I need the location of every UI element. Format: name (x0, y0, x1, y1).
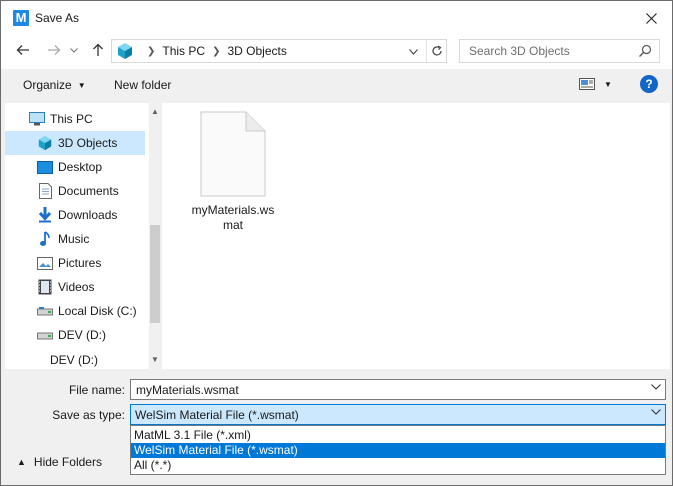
documents-icon (37, 183, 53, 199)
sidebar-item-downloads[interactable]: Downloads (5, 203, 145, 227)
scroll-up-icon[interactable]: ▲ (150, 105, 160, 117)
dropdown-option[interactable]: All (*.*) (131, 458, 665, 473)
app-icon: M (13, 10, 29, 26)
sidebar-item-music[interactable]: Music (5, 227, 145, 251)
back-arrow-icon (16, 45, 29, 55)
caret-down-icon: ▼ (604, 79, 612, 89)
recent-locations-button[interactable] (69, 41, 79, 59)
drive-icon (37, 327, 53, 343)
navigation-bar: ❯ This PC ❯ 3D Objects (1, 34, 672, 68)
sidebar-item-label: Documents (58, 184, 119, 198)
window-title: Save As (35, 11, 80, 25)
hide-folders-button[interactable]: ▲ Hide Folders (17, 455, 102, 469)
sidebar-item-label: Desktop (58, 160, 103, 174)
forward-arrow-icon (48, 45, 61, 55)
search-icon (639, 44, 652, 57)
search-box[interactable] (459, 39, 660, 63)
caret-down-icon: ▼ (77, 80, 86, 90)
cube-icon (37, 135, 53, 151)
title-bar: M Save As (1, 1, 672, 34)
pictures-icon (37, 255, 53, 271)
save-type-dropdown: MatML 3.1 File (*.xml) WelSim Material F… (130, 425, 666, 475)
desktop-icon (37, 159, 53, 175)
sidebar-item-pictures[interactable]: Pictures (5, 251, 145, 275)
breadcrumb-3d-objects[interactable]: 3D Objects (227, 44, 286, 58)
file-list: myMaterials.wsmat (162, 103, 670, 369)
address-bar[interactable]: ❯ This PC ❯ 3D Objects (111, 39, 447, 63)
file-name-field[interactable] (130, 379, 666, 400)
sidebar-item-label: This PC (50, 112, 93, 126)
save-as-dialog: M Save As ❯ This PC ❯ 3D Objects Search … (0, 0, 673, 486)
up-arrow-icon (93, 43, 103, 56)
sidebar-item-dev-d-network[interactable]: DEV (D:) (5, 353, 145, 369)
dropdown-option-selected[interactable]: WelSim Material File (*.wsmat) (131, 443, 665, 458)
address-history-button[interactable] (409, 44, 418, 58)
file-name-label: myMaterials.wsmat (191, 203, 275, 232)
sidebar-item-dev-d[interactable]: DEV (D:) (5, 323, 145, 347)
music-icon (37, 231, 53, 247)
sidebar-item-label: Music (58, 232, 90, 246)
breadcrumb-this-pc[interactable]: This PC (162, 44, 205, 58)
computer-icon (29, 111, 45, 127)
sidebar-scrollbar[interactable]: ▲ ▼ (149, 103, 161, 369)
sidebar-item-documents[interactable]: Documents (5, 179, 145, 203)
view-icon (579, 78, 595, 90)
organize-label: Organize (23, 78, 72, 92)
chevron-down-icon (70, 47, 78, 53)
dropdown-option[interactable]: MatML 3.1 File (*.xml) (131, 428, 665, 443)
save-type-select[interactable]: WelSim Material File (*.wsmat) (130, 404, 666, 425)
sidebar-item-label: DEV (D:) (58, 328, 106, 342)
scroll-down-icon[interactable]: ▼ (150, 353, 160, 365)
chevron-down-icon (651, 409, 661, 415)
sidebar-item-this-pc[interactable]: This PC (5, 107, 145, 131)
close-icon (645, 12, 657, 24)
file-name-label: File name: (68, 383, 125, 397)
hide-folders-label: Hide Folders (33, 455, 102, 469)
command-bar: Organize ▼ New folder ▼ ? (1, 68, 672, 102)
sidebar-item-label: Pictures (58, 256, 102, 270)
breadcrumb-separator-icon: ❯ (147, 45, 156, 57)
forward-button[interactable] (45, 41, 63, 59)
file-name-input[interactable] (131, 381, 631, 398)
sidebar-item-desktop[interactable]: Desktop (5, 155, 145, 179)
close-button[interactable] (636, 5, 666, 31)
change-view-button[interactable]: ▼ (579, 78, 612, 90)
sidebar-item-label: 3D Objects (58, 136, 118, 150)
drive-icon (37, 303, 53, 319)
new-folder-label: New folder (114, 78, 172, 92)
breadcrumb-separator-icon: ❯ (212, 45, 221, 57)
refresh-button[interactable] (426, 40, 446, 62)
sidebar-item-label: Videos (58, 280, 95, 294)
sidebar-item-label: Downloads (58, 208, 118, 222)
search-input[interactable] (467, 43, 627, 59)
refresh-icon (431, 45, 442, 56)
save-type-value: WelSim Material File (*.wsmat) (135, 407, 299, 422)
document-icon (200, 111, 266, 197)
chevron-down-icon[interactable] (651, 384, 661, 390)
sidebar-item-local-disk-c[interactable]: Local Disk (C:) (5, 299, 145, 323)
save-type-label: Save as type: (52, 408, 125, 422)
download-icon (37, 207, 53, 223)
navigation-pane: This PC 3D Objects Desktop Documents Dow… (5, 103, 161, 369)
chevron-up-icon: ▲ (17, 457, 26, 467)
organize-menu[interactable]: Organize ▼ (23, 78, 86, 92)
save-form: File name: Save as type: WelSim Material… (1, 369, 672, 485)
scrollbar-thumb[interactable] (150, 225, 160, 323)
chevron-down-icon (409, 49, 418, 55)
videos-icon (37, 279, 53, 295)
new-folder-button[interactable]: New folder (114, 78, 171, 92)
back-button[interactable] (14, 41, 32, 59)
sidebar-item-label: DEV (D:) (50, 353, 98, 367)
help-button[interactable]: ? (640, 75, 658, 93)
sidebar-item-videos[interactable]: Videos (5, 275, 145, 299)
cube-icon (118, 43, 132, 59)
sidebar-item-3d-objects[interactable]: 3D Objects (5, 131, 145, 155)
file-item[interactable]: myMaterials.wsmat (188, 111, 278, 233)
up-button[interactable] (89, 41, 107, 59)
sidebar-item-label: Local Disk (C:) (58, 304, 137, 318)
